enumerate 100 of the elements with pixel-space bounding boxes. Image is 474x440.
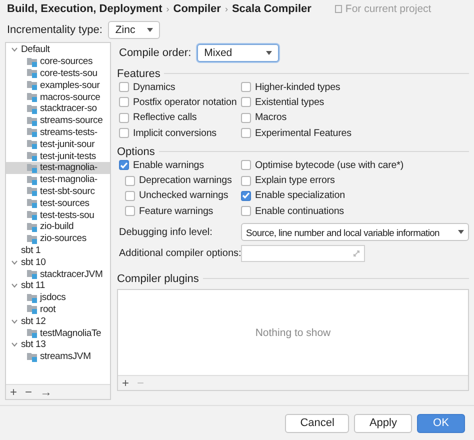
breadcrumb-separator: › — [224, 4, 228, 14]
tree-group-label[interactable]: sbt 10 — [21, 256, 46, 268]
compile-order-dropdown[interactable]: Mixed — [197, 44, 280, 62]
debug-level-dropdown[interactable]: Source, line number and local variable information — [241, 223, 469, 242]
incrementality-dropdown[interactable]: Zinc — [108, 21, 160, 39]
module-folder-icon — [27, 151, 38, 162]
module-folder-icon — [27, 292, 38, 303]
chevron-down-icon[interactable] — [10, 318, 18, 325]
module-label[interactable]: core-tests-sou — [40, 68, 98, 79]
chevron-down-icon[interactable] — [10, 282, 18, 290]
checkbox-label: Explain type errors — [255, 175, 335, 186]
tree-group-label[interactable]: sbt 1 — [21, 244, 41, 256]
module-label[interactable]: stacktracerJVM — [40, 268, 103, 280]
checkbox[interactable] — [119, 97, 129, 108]
compiler-options-field[interactable] — [241, 245, 365, 262]
checkbox[interactable] — [241, 82, 251, 92]
module-label[interactable]: core-sources — [40, 56, 93, 68]
checkbox[interactable] — [241, 128, 251, 138]
section-title: Compiler plugins — [117, 272, 199, 285]
checkbox-label: Enable specialization — [255, 190, 345, 202]
breadcrumb-separator: › — [166, 4, 170, 14]
checkbox-label: Enable warnings — [133, 160, 204, 171]
breadcrumb-item: Compiler — [173, 2, 221, 14]
checkbox-label: Unchecked warnings — [139, 190, 228, 202]
module-folder-icon — [27, 234, 38, 244]
module-label[interactable]: root — [40, 304, 56, 315]
field-label: Debugging info level: — [119, 226, 214, 238]
module-label[interactable]: streams-source — [40, 115, 103, 126]
module-label[interactable]: jsdocs — [40, 292, 66, 304]
module-folder-icon — [27, 80, 38, 90]
chevron-down-icon[interactable] — [10, 46, 18, 54]
module-label[interactable]: test-junit-tests — [40, 150, 96, 162]
module-label[interactable]: test-magnolia- — [40, 162, 98, 174]
checkbox[interactable] — [241, 160, 251, 170]
chevron-down-icon[interactable] — [10, 341, 18, 348]
selected-tree-row[interactable]: test-magnolia- — [6, 162, 110, 174]
checkbox[interactable] — [241, 176, 251, 186]
module-folder-icon — [27, 139, 38, 150]
checkbox[interactable] — [241, 190, 251, 201]
document-icon — [335, 4, 342, 12]
module-folder-icon — [27, 116, 38, 126]
module-folder-icon — [27, 222, 38, 232]
tree-group-label[interactable]: sbt 11 — [21, 280, 45, 292]
checkbox-label: Experimental Features — [255, 128, 352, 139]
module-label[interactable]: stacktracer-so — [40, 103, 97, 114]
checkbox[interactable] — [125, 190, 135, 201]
chevron-down-icon[interactable] — [10, 258, 18, 266]
module-folder-icon — [27, 186, 38, 196]
module-label[interactable]: testMagnoliaTe — [40, 328, 102, 339]
module-folder-icon — [27, 56, 38, 67]
module-label[interactable]: examples-sour — [40, 80, 100, 91]
section-title: Options — [117, 146, 155, 158]
checkbox[interactable] — [119, 112, 129, 123]
breadcrumb-item: Build, Execution, Deployment — [7, 2, 162, 14]
checkbox-label: Macros — [255, 112, 287, 124]
field-label: Additional compiler options: — [119, 248, 241, 260]
module-label[interactable]: test-sbt-sourc — [40, 186, 95, 197]
module-folder-icon — [27, 304, 38, 314]
tree-toolbar-button[interactable]: → — [40, 386, 52, 398]
checkbox[interactable] — [125, 176, 135, 186]
module-label[interactable]: test-junit-sour — [40, 138, 95, 150]
checkbox[interactable] — [119, 160, 129, 170]
tree-toolbar-button[interactable]: + — [10, 386, 18, 398]
checkbox[interactable] — [125, 206, 135, 216]
module-folder-icon — [27, 174, 38, 185]
module-label[interactable]: streamsJVM — [40, 351, 91, 362]
module-label[interactable]: streams-tests- — [40, 126, 98, 138]
expand-icon[interactable] — [353, 250, 360, 258]
checkbox[interactable] — [241, 97, 251, 108]
module-label[interactable]: zio-sources — [40, 233, 86, 244]
checkbox[interactable] — [241, 206, 251, 216]
module-label[interactable]: zio-build — [40, 221, 74, 232]
dialog-button[interactable]: Apply — [354, 414, 412, 432]
plugin-toolbar-button[interactable]: + — [122, 377, 130, 390]
module-label[interactable]: test-sources — [40, 198, 90, 209]
tree-group-label[interactable]: Default — [21, 44, 50, 56]
tree-group-label[interactable]: sbt 12 — [21, 316, 46, 327]
checkbox-label: Higher-kinded types — [255, 82, 340, 93]
module-folder-icon — [27, 162, 38, 173]
checkbox-label: Feature warnings — [139, 206, 214, 217]
checkbox[interactable] — [241, 112, 251, 123]
module-folder-icon — [27, 198, 38, 208]
checkbox[interactable] — [119, 128, 129, 138]
scope-label: For current project — [345, 2, 432, 14]
module-folder-icon — [27, 269, 38, 280]
module-label[interactable]: test-tests-sou — [40, 210, 94, 221]
field-label: Compile order: — [119, 47, 192, 59]
module-folder-icon — [27, 352, 38, 362]
tree-group-label[interactable]: sbt 13 — [21, 339, 46, 350]
module-label[interactable]: macros-source — [40, 92, 100, 103]
section-title: Features — [117, 68, 160, 80]
checkbox-label: Reflective calls — [133, 112, 197, 124]
dialog-button[interactable]: Cancel — [285, 414, 350, 432]
module-folder-icon — [27, 68, 38, 78]
module-folder-icon — [27, 104, 38, 114]
checkbox-label: Enable continuations — [255, 206, 344, 217]
tree-toolbar-button[interactable]: − — [25, 386, 32, 398]
field-label: Incrementality type: — [7, 24, 102, 36]
module-label[interactable]: test-magnolia- — [40, 174, 98, 186]
checkbox[interactable] — [119, 82, 129, 92]
